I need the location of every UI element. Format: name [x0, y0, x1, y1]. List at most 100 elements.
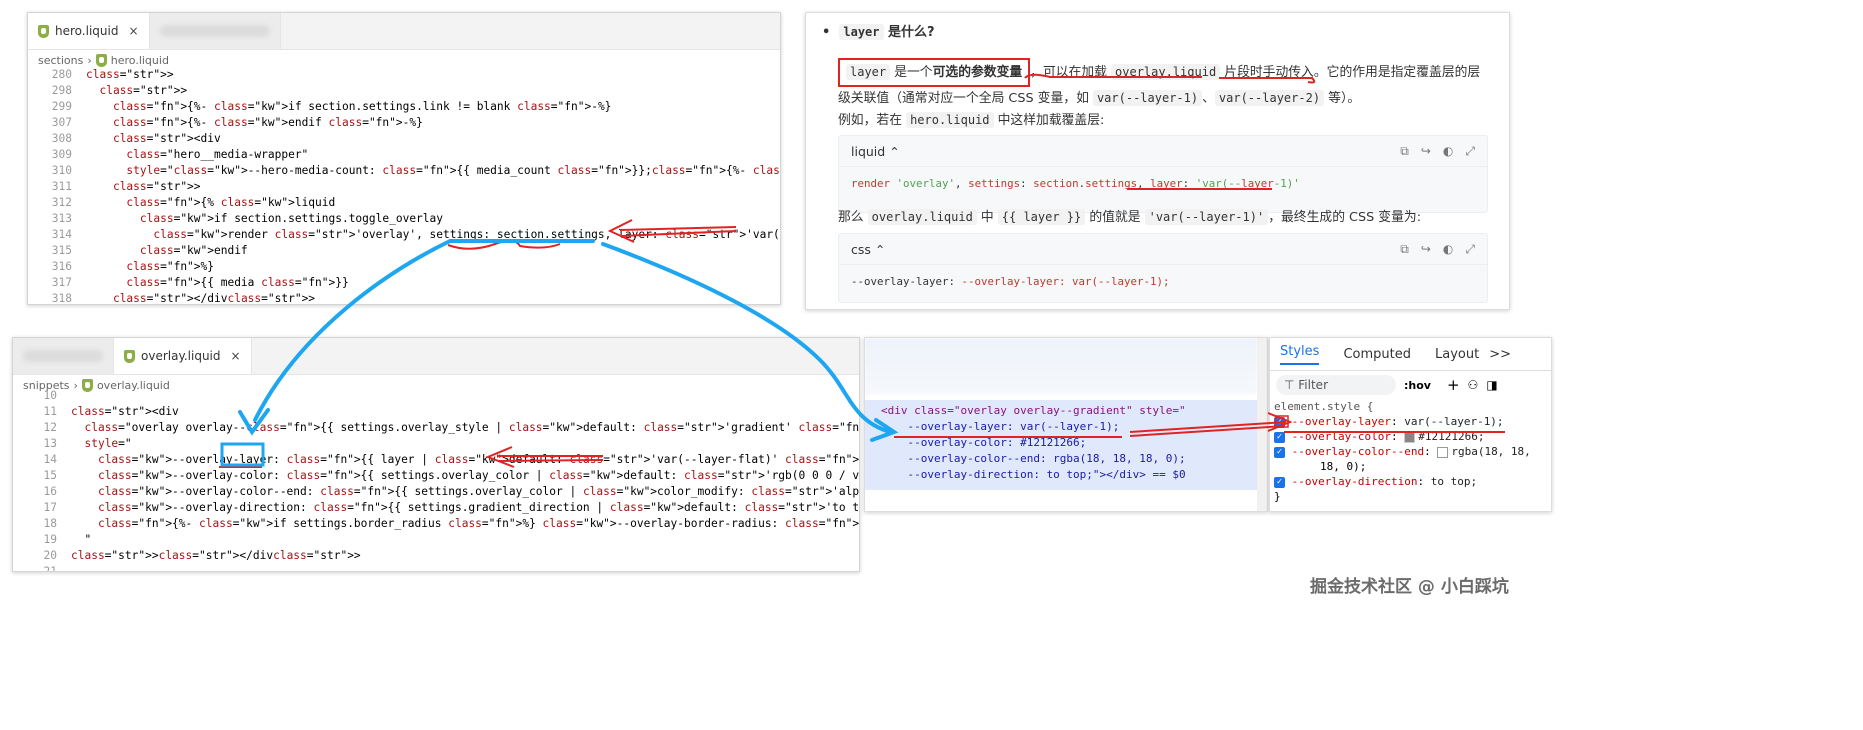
code-block-liquid: liquid ⌃ ⧉ ↪ ◐ ⤢ render 'overlay', setti… [838, 135, 1488, 213]
code-line[interactable]: 310 style="class="kw">--hero-media-count… [28, 163, 780, 179]
sidebar-toggle-icon[interactable]: ◨ [1486, 378, 1497, 392]
code-line[interactable]: 18 class="fn">{%- class="kw">if settings… [13, 516, 859, 532]
scrollbar[interactable] [1257, 338, 1267, 511]
filter-input[interactable]: ⊤ Filter [1276, 375, 1396, 395]
code-line[interactable]: 299 class="fn">{%- class="kw">if section… [28, 99, 780, 115]
tab-hero-liquid[interactable]: hero.liquid × [28, 13, 150, 49]
close-icon[interactable]: × [231, 349, 241, 363]
line-text: class="hero__media-wrapper" [126, 148, 309, 161]
code-line[interactable]: 14 class="kw">--overlay-layer: class="fn… [13, 452, 859, 468]
line-text: class="fn">{%- class="kw">if settings.bo… [97, 517, 860, 530]
line-number: 307 [51, 116, 72, 129]
code-line[interactable]: 12 class="overlay overlay--class="fn">{{… [13, 420, 859, 436]
text: 是一个 [894, 65, 933, 80]
line-text: class="str"><div [112, 132, 221, 145]
line-text: class="fn">%} [126, 260, 214, 273]
line-text: class="str">> [86, 68, 174, 81]
elements-blurred-top [865, 338, 1257, 394]
code-line[interactable]: 318 class="str"></divclass="str">> [28, 291, 780, 304]
breadcrumb-file[interactable]: hero.liquid [111, 54, 169, 67]
text: 片段时手动传入。它的作用是指定覆盖层的层 [1224, 65, 1481, 80]
checkbox-icon: ✓ [1274, 431, 1285, 443]
chevron-up-icon[interactable]: ⌃ [889, 144, 899, 159]
code-line[interactable]: 314 class="kw">render class="str">'overl… [28, 227, 780, 243]
filter-placeholder: Filter [1298, 378, 1328, 392]
code-line[interactable]: 11 class="str"><div [13, 404, 859, 420]
paragraph-4: 那么 overlay.liquid 中 {{ layer }} 的值就是 'va… [838, 206, 1421, 225]
code-line[interactable]: 13 style=" [13, 436, 859, 452]
code-line[interactable]: 21 [13, 564, 859, 572]
filter-bar: ⊤ Filter :hov + ⚇ ◨ [1276, 374, 1545, 396]
code-line[interactable]: 20 class="str">>class="str"></divclass="s… [13, 548, 859, 564]
dom-line[interactable]: --overlay-color: #12121266; [881, 436, 1086, 449]
code-line[interactable]: 15 class="kw">--overlay-color: class="fn… [13, 468, 859, 484]
code-line[interactable]: 307 class="fn">{%- class="kw">endif clas… [28, 115, 780, 131]
share-icon[interactable]: ↪ [1421, 242, 1431, 257]
tab-blurred[interactable] [13, 338, 114, 374]
dom-line[interactable]: --overlay-layer: var(--layer-1); [881, 420, 1119, 433]
style-property[interactable]: ✓ --overlay-color--end: rgba(18, 18, [1274, 445, 1531, 458]
code-block-tools: ⧉ ↪ ◐ ⤢ [1400, 242, 1475, 257]
close-icon[interactable]: × [128, 24, 138, 38]
line-number: 299 [51, 100, 72, 113]
code-line[interactable]: 311 class="str">> [28, 179, 780, 195]
copy-icon[interactable]: ⧉ [1400, 144, 1409, 159]
share-icon[interactable]: ↪ [1421, 144, 1431, 159]
style-property[interactable]: ✓ --overlay-color: #12121266; [1274, 430, 1484, 443]
line-number: 11 [43, 405, 57, 418]
text: ，最终生成的 CSS 变量为: [1268, 210, 1422, 225]
code-line[interactable]: 298 class="str">> [28, 83, 780, 99]
tab-styles[interactable]: Styles [1280, 344, 1320, 365]
bullet-dot: • [822, 25, 831, 40]
tab-blurred[interactable] [149, 13, 281, 49]
code-line[interactable]: 315 class="kw">endif [28, 243, 780, 259]
css-value: --overlay-layer: var(--layer-1); [961, 275, 1170, 288]
hov-button[interactable]: :hov [1404, 379, 1431, 392]
code-line[interactable]: 10 [13, 388, 859, 404]
code-area[interactable]: 10 11 class="str"><div 12 class="overlay ov… [13, 388, 859, 571]
theme-icon[interactable]: ◐ [1443, 242, 1453, 257]
expand-icon[interactable]: ⤢ [1465, 144, 1475, 159]
theme-icon[interactable]: ◐ [1443, 144, 1453, 159]
code-line[interactable]: 313 class="kw">if section.settings.toggl… [28, 211, 780, 227]
dom-line[interactable]: <div class="overlay overlay--gradient" s… [881, 404, 1186, 417]
code-line[interactable]: 19 " [13, 532, 859, 548]
code-line[interactable]: 317 class="fn">{{ media class="fn">}} [28, 275, 780, 291]
code-area[interactable]: 280 class="str">> 298 class="str">> 299 cla… [28, 67, 780, 304]
tab-computed[interactable]: Computed [1343, 347, 1411, 362]
line-number: 21 [43, 565, 57, 572]
code-line[interactable]: 308 class="str"><div [28, 131, 780, 147]
code-line[interactable]: 309 class="hero__media-wrapper" [28, 147, 780, 163]
more-tabs-icon[interactable]: >> [1489, 347, 1511, 362]
copy-icon[interactable]: ⧉ [1400, 242, 1409, 257]
line-number: 19 [43, 533, 57, 546]
line-number: 12 [43, 421, 57, 434]
code-line[interactable]: 17 class="kw">--overlay-direction: class… [13, 500, 859, 516]
style-property[interactable]: ✓ --overlay-layer: var(--layer-1); [1274, 415, 1504, 428]
breadcrumb-folder[interactable]: sections [38, 54, 83, 67]
explanation-panel: • layer 是什么? layer 是一个可选的参数变量 ，可以在加载 over… [805, 12, 1510, 310]
dom-line[interactable]: --overlay-color--end: rgba(18, 18, 18, 0… [881, 452, 1185, 465]
inline-code: var(--layer-1) [1092, 90, 1203, 106]
dom-line[interactable]: --overlay-direction: to top;"></div> == … [881, 468, 1185, 481]
expand-icon[interactable]: ⤢ [1465, 242, 1475, 257]
color-swatch [1404, 431, 1416, 443]
chevron-up-icon[interactable]: ⌃ [875, 242, 885, 257]
code-line[interactable]: 316 class="fn">%} [28, 259, 780, 275]
code-line[interactable]: 312 class="fn">{% class="kw">liquid [28, 195, 780, 211]
line-text: class="str"><div [71, 405, 179, 418]
add-rule-icon[interactable]: + [1447, 376, 1460, 394]
tab-label: overlay.liquid [141, 349, 221, 363]
tab-layout[interactable]: Layout [1435, 347, 1479, 362]
paint-icon[interactable]: ⚇ [1468, 378, 1479, 392]
line-number: 317 [51, 276, 72, 289]
line-number: 16 [43, 485, 57, 498]
line-text: class="fn">{{ media class="fn">}} [126, 276, 349, 289]
code-line[interactable]: 280 class="str">> [28, 67, 780, 83]
tab-overlay-liquid[interactable]: overlay.liquid × [114, 338, 252, 374]
line-number: 298 [51, 84, 72, 97]
checkbox-icon: ✓ [1274, 416, 1285, 428]
code-line[interactable]: 16 class="kw">--overlay-color--end: clas… [13, 484, 859, 500]
code-block-body: --overlay-layer: --overlay-layer: var(--… [851, 275, 1170, 288]
style-property[interactable]: ✓ --overlay-direction: to top; [1274, 475, 1477, 488]
